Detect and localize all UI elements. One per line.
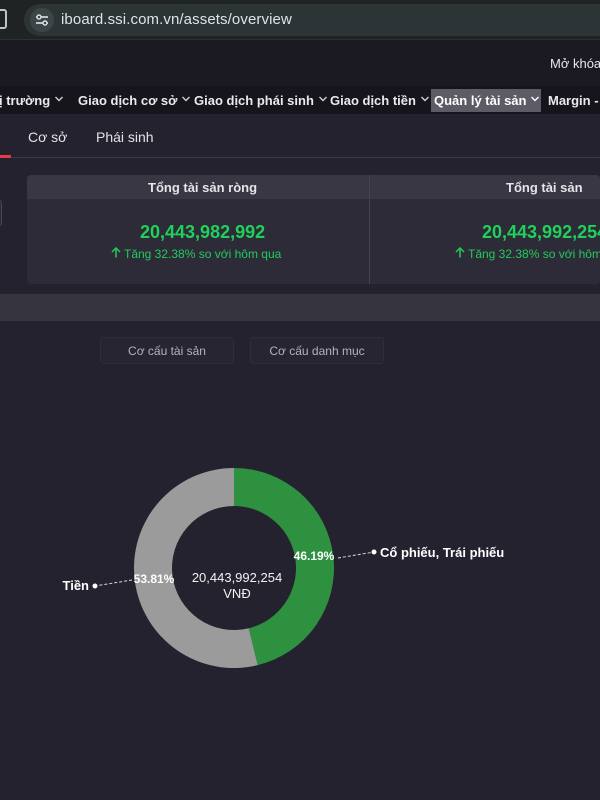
asset-summary-card: Tổng tài sản ròng 20,443,982,992 Tăng 32… bbox=[27, 175, 600, 284]
portfolio-structure-button[interactable]: Cơ cấu danh mục bbox=[250, 337, 384, 364]
asset-structure-donut-chart: 46.19% Cổ phiếu, Trái phiếu 53.81% Tiền bbox=[63, 468, 504, 668]
url-field[interactable]: iboard.ssi.com.vn/assets/overview bbox=[24, 4, 600, 36]
sub-tabs: Cơ sở Phái sinh bbox=[0, 114, 600, 158]
total-assets-change: Tăng 32.38% so với hôm qua bbox=[455, 247, 600, 261]
slice-percent-label: 53.81% bbox=[134, 572, 175, 586]
app-header: Mở khóa bbox=[0, 40, 600, 86]
tune-icon[interactable] bbox=[30, 8, 54, 32]
chevron-down-icon bbox=[55, 96, 64, 102]
nav-item-label: Giao dịch phái sinh bbox=[194, 93, 314, 108]
unlock-link[interactable]: Mở khóa bbox=[550, 56, 600, 71]
arrow-up-icon bbox=[455, 247, 465, 258]
slice-percent-label: 46.19% bbox=[294, 549, 335, 563]
nav-item-asset-management[interactable]: Quản lý tài sản bbox=[431, 89, 541, 112]
total-assets-title: Tổng tài sản bbox=[506, 180, 583, 195]
donut-center-unit: VNĐ bbox=[223, 586, 251, 601]
nav-item-label: Giao dịch cơ sở bbox=[78, 93, 178, 108]
asset-structure-button[interactable]: Cơ cấu tài sản bbox=[100, 337, 234, 364]
net-assets-value: 20,443,982,992 bbox=[140, 222, 266, 242]
nav-item-label: Giao dịch tiền bbox=[330, 93, 416, 108]
account-select-edge[interactable] bbox=[0, 200, 2, 226]
net-assets-change: Tăng 32.38% so với hôm qua bbox=[111, 247, 281, 261]
url-text[interactable]: iboard.ssi.com.vn/assets/overview bbox=[61, 11, 292, 28]
arrow-up-icon bbox=[111, 247, 121, 258]
slice-category-label: Cổ phiếu, Trái phiếu bbox=[380, 545, 504, 560]
net-assets-change-text: Tăng 32.38% so với hôm qua bbox=[124, 247, 282, 261]
chevron-down-icon bbox=[420, 96, 429, 102]
main-nav: ị trường Giao dịch cơ sở Giao dịch phái … bbox=[0, 86, 600, 114]
callout-line bbox=[94, 579, 133, 587]
tab-edge-icon[interactable] bbox=[0, 9, 7, 29]
donut-center-value: 20,443,992,254 bbox=[191, 570, 283, 585]
active-tab-indicator bbox=[0, 155, 11, 158]
nav-item-cash-trading[interactable]: Giao dịch tiền bbox=[327, 89, 430, 112]
donut-center-label: 20,443,992,254 VNĐ bbox=[172, 570, 302, 602]
nav-item-label: ị trường bbox=[0, 93, 51, 108]
chevron-down-icon bbox=[182, 96, 191, 102]
total-assets-change-text: Tăng 32.38% so với hôm qua bbox=[468, 247, 600, 261]
nav-item-derivatives-trading[interactable]: Giao dịch phái sinh bbox=[191, 89, 328, 112]
total-assets-value: 20,443,992,254 bbox=[482, 222, 600, 242]
summary-divider bbox=[369, 175, 370, 284]
section-band bbox=[0, 294, 600, 321]
callout-dot bbox=[92, 583, 98, 589]
nav-item-label: Quản lý tài sản bbox=[434, 93, 527, 108]
callout-dot bbox=[371, 549, 377, 555]
slice-category-label: Tiền bbox=[63, 578, 90, 593]
callout-line bbox=[337, 551, 375, 559]
tab-derivatives[interactable]: Phái sinh bbox=[96, 129, 154, 145]
nav-item-spot-trading[interactable]: Giao dịch cơ sở bbox=[75, 89, 191, 112]
nav-item-market[interactable]: ị trường bbox=[0, 89, 64, 112]
tab-spot[interactable]: Cơ sở bbox=[28, 129, 67, 145]
net-assets-title: Tổng tài sản ròng bbox=[148, 180, 258, 195]
nav-item-margin[interactable]: Margin - bbox=[545, 89, 599, 112]
nav-item-label: Margin - bbox=[548, 93, 599, 108]
browser-address-bar: iboard.ssi.com.vn/assets/overview bbox=[0, 0, 600, 40]
chevron-down-icon bbox=[531, 96, 540, 102]
